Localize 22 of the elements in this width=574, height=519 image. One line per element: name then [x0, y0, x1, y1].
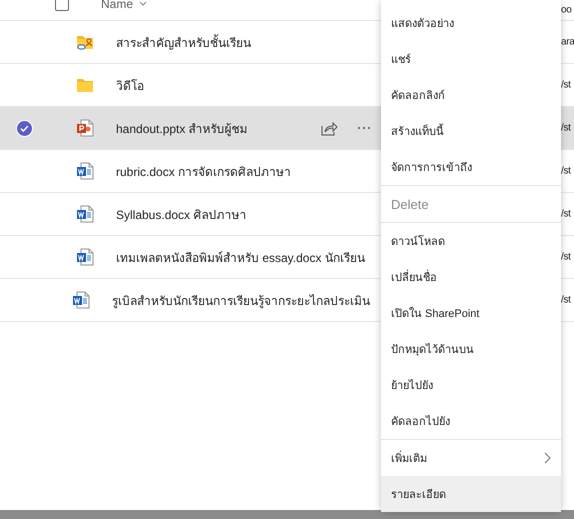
- file-name[interactable]: rubric.docx การจัดเกรดศิลปภาษา: [116, 162, 292, 180]
- table-cell: /st: [561, 80, 571, 90]
- file-name[interactable]: สาระสำคัญสำหรับชั้นเรียน: [116, 32, 251, 52]
- table-cell: /st: [561, 208, 571, 220]
- menu-item[interactable]: รายละเอียด: [381, 476, 561, 512]
- menu-item[interactable]: คัดลอกไปยัง: [381, 403, 561, 439]
- table-cell: /st: [561, 294, 571, 306]
- table-cell: oo: [561, 4, 572, 16]
- table-cell: /st: [561, 122, 571, 134]
- table-cell: /st: [561, 166, 571, 176]
- menu-item[interactable]: ย้ายไปยัง: [381, 367, 561, 403]
- menu-item[interactable]: สร้างแท็บนี้: [381, 113, 561, 149]
- menu-item[interactable]: ดาวน์โหลด: [381, 222, 561, 259]
- file-name[interactable]: เทมเพลตหนังสือพิมพ์สำหรับ essay.docx นักเรียน: [116, 248, 365, 266]
- file-name[interactable]: handout.pptx สำหรับผู้ชม: [116, 118, 248, 138]
- file-name[interactable]: Syllabus.docx ศิลปภาษา: [116, 204, 246, 224]
- menu-item[interactable]: จัดการการเข้าถึง: [381, 149, 561, 185]
- file-name[interactable]: วิดีโอ: [116, 76, 144, 94]
- file-name[interactable]: รูเบิลสำหรับนักเรียนการเรียนรู้จากระยะไกลประเมิน: [112, 290, 370, 310]
- column-header[interactable]: Name: [101, 0, 134, 11]
- menu-item[interactable]: ปักหมุดไว้ด้านบน: [381, 331, 561, 367]
- table-cell: /st: [561, 252, 571, 262]
